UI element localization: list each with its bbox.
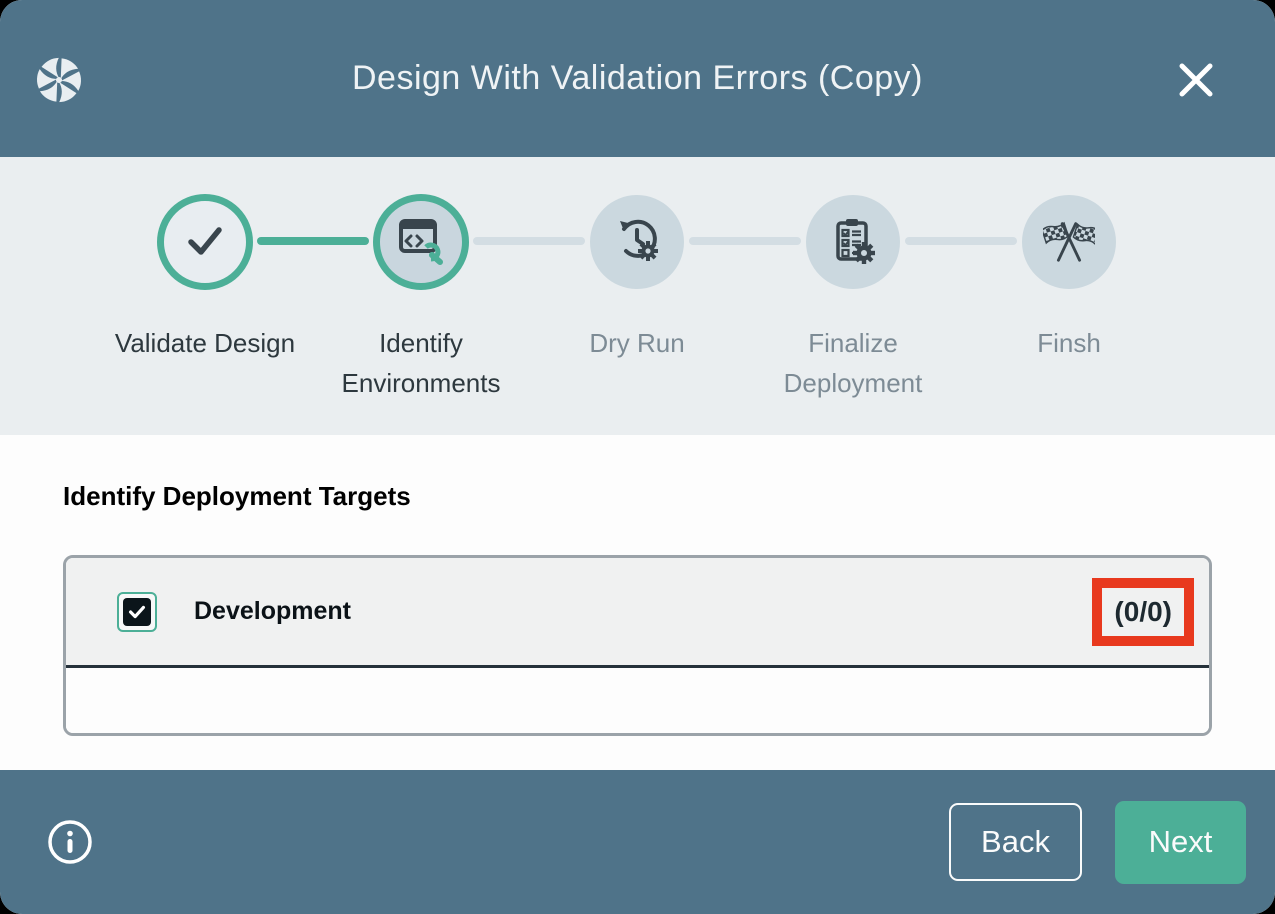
target-list-empty-area <box>66 668 1209 733</box>
step-validate-design[interactable] <box>157 194 253 290</box>
step-label-validate-design: Validate Design <box>97 323 313 363</box>
wizard-stepper: Validate Design Identify Environments <box>0 157 1275 435</box>
info-icon[interactable] <box>46 818 94 866</box>
connector-done <box>257 237 369 245</box>
modal-footer: Back Next <box>0 770 1275 914</box>
target-row-development[interactable]: Development (0/0) <box>66 558 1209 668</box>
step-label-dry-run: Dry Run <box>529 323 745 363</box>
modal-title: Design With Validation Errors (Copy) <box>0 0 1275 157</box>
modal-header: Design With Validation Errors (Copy) <box>0 0 1275 157</box>
code-window-wrench-icon <box>396 215 446 270</box>
step-label-finish: Finsh <box>961 323 1177 363</box>
step-identify-environments[interactable] <box>373 194 469 290</box>
step-label-finalize-deployment: Finalize Deployment <box>745 323 961 403</box>
finish-flags-icon <box>1043 214 1095 271</box>
close-icon[interactable] <box>1175 60 1217 102</box>
step-label-identify-environments: Identify Environments <box>313 323 529 403</box>
step-finalize-deployment[interactable] <box>806 195 900 289</box>
back-button[interactable]: Back <box>949 803 1082 881</box>
history-gear-icon <box>612 215 662 270</box>
checklist-gear-icon <box>828 215 878 270</box>
step-dry-run[interactable] <box>590 195 684 289</box>
connector-todo <box>689 237 801 245</box>
section-heading: Identify Deployment Targets <box>63 481 411 512</box>
target-count: (0/0) <box>1114 596 1172 627</box>
deployment-wizard-modal: Design With Validation Errors (Copy) <box>0 0 1275 914</box>
target-name: Development <box>194 597 351 626</box>
next-button[interactable]: Next <box>1115 801 1246 884</box>
wizard-body: Identify Deployment Targets Development … <box>0 435 1275 770</box>
deployment-targets-list: Development (0/0) <box>63 555 1212 736</box>
check-icon <box>181 216 229 269</box>
checkbox-check-icon <box>123 598 151 626</box>
step-finish[interactable] <box>1022 195 1116 289</box>
pinwheel-logo-icon <box>33 52 85 108</box>
connector-todo <box>473 237 585 245</box>
connector-todo <box>905 237 1017 245</box>
development-checkbox[interactable] <box>117 592 157 632</box>
highlight-box: (0/0) <box>1092 578 1194 646</box>
